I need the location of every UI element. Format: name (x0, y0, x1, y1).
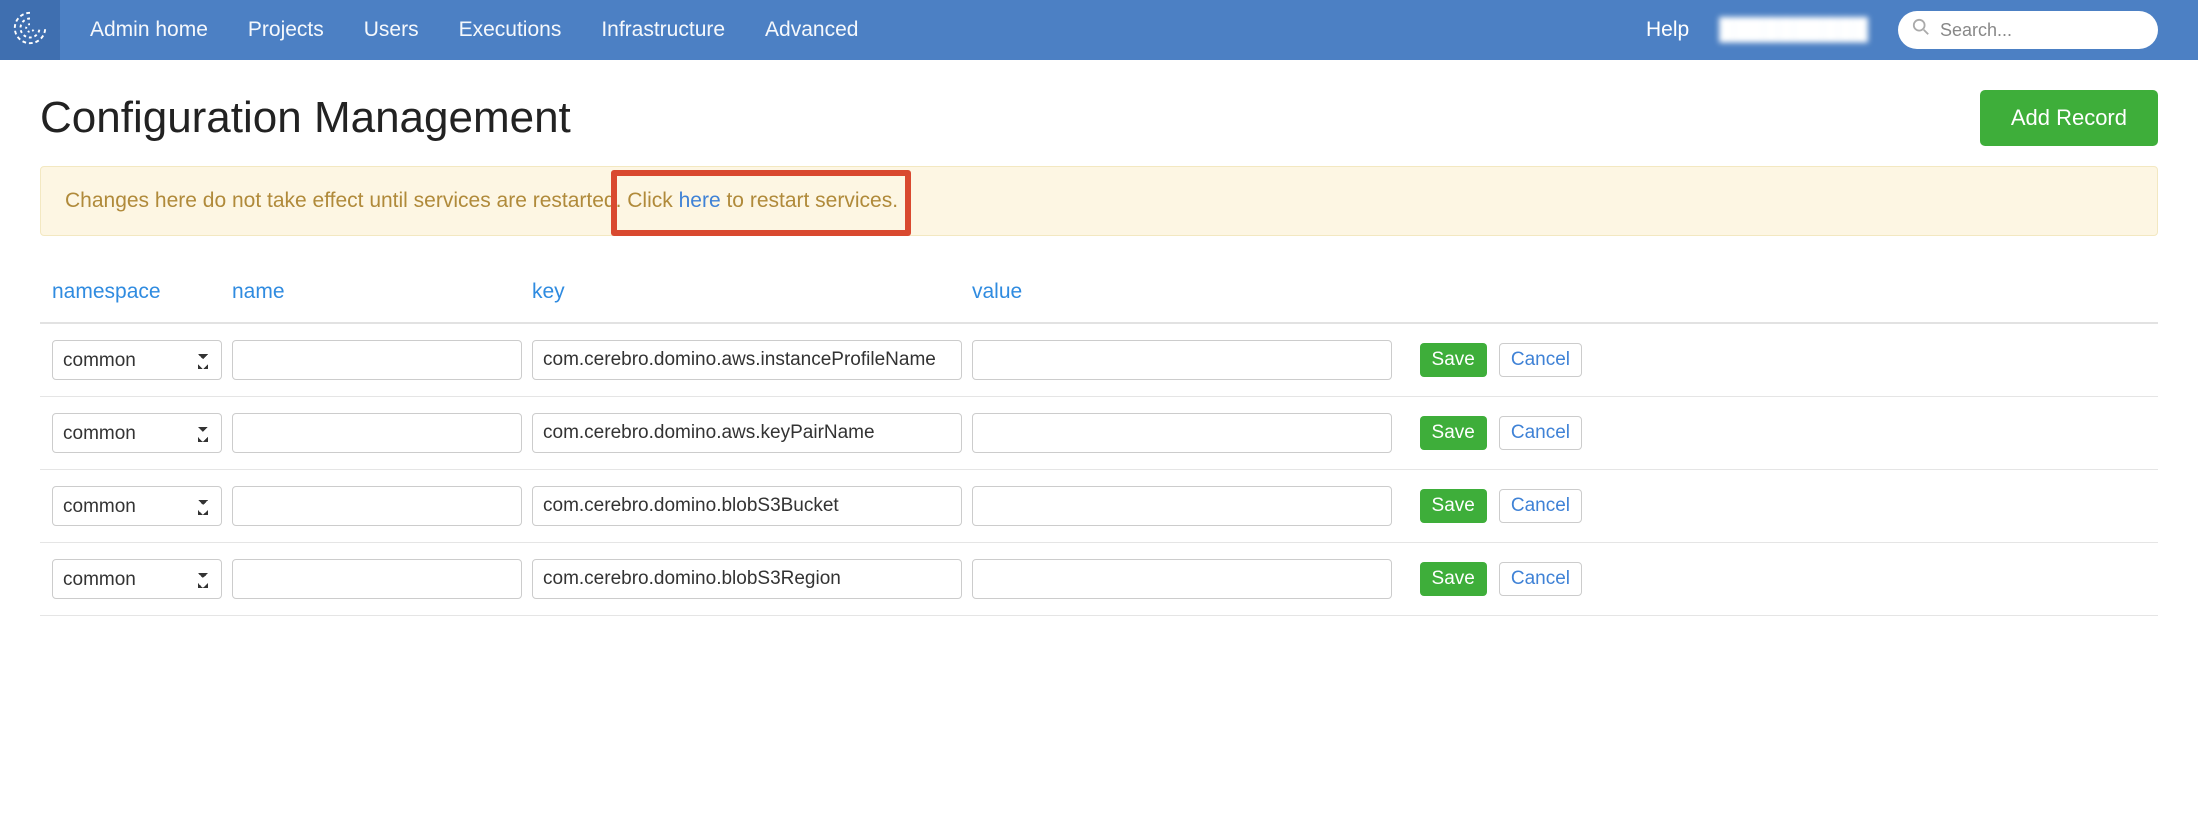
row-actions: Save Cancel (1402, 416, 1582, 450)
value-input[interactable] (972, 486, 1392, 526)
name-input[interactable] (232, 340, 522, 380)
save-button[interactable]: Save (1420, 343, 1487, 377)
brand-logo[interactable] (0, 0, 60, 60)
nav-executions[interactable]: Executions (459, 18, 562, 42)
col-value[interactable]: value (972, 280, 1392, 304)
nav-help[interactable]: Help (1646, 18, 1689, 42)
nav-admin-home[interactable]: Admin home (90, 18, 208, 42)
table-row: common Save Cancel (40, 397, 2158, 470)
value-input[interactable] (972, 340, 1392, 380)
table-row: common Save Cancel (40, 543, 2158, 616)
col-namespace[interactable]: namespace (52, 280, 222, 304)
alert-pre: Changes here do not take effect until se… (65, 189, 627, 212)
nav-user[interactable]: ██████████ (1719, 18, 1868, 42)
namespace-select[interactable]: common (52, 340, 222, 380)
key-input[interactable] (532, 486, 962, 526)
save-button[interactable]: Save (1420, 416, 1487, 450)
col-name[interactable]: name (232, 280, 522, 304)
nav-items: Admin home Projects Users Executions Inf… (60, 18, 1646, 42)
cancel-button[interactable]: Cancel (1499, 562, 1582, 596)
nav-search (1898, 11, 2158, 49)
cancel-button[interactable]: Cancel (1499, 489, 1582, 523)
name-input[interactable] (232, 559, 522, 599)
restart-services-link[interactable]: here (679, 189, 721, 212)
alert-click: Click (627, 189, 678, 212)
cancel-button[interactable]: Cancel (1499, 416, 1582, 450)
add-record-button[interactable]: Add Record (1980, 90, 2158, 146)
save-button[interactable]: Save (1420, 489, 1487, 523)
row-actions: Save Cancel (1402, 343, 1582, 377)
alert-post: to restart services. (721, 189, 898, 212)
name-input[interactable] (232, 413, 522, 453)
nav-users[interactable]: Users (364, 18, 419, 42)
row-actions: Save Cancel (1402, 562, 1582, 596)
namespace-select[interactable]: common (52, 413, 222, 453)
key-input[interactable] (532, 559, 962, 599)
restart-alert: Changes here do not take effect until se… (40, 166, 2158, 236)
search-input[interactable] (1898, 11, 2158, 49)
namespace-select[interactable]: common (52, 486, 222, 526)
cancel-button[interactable]: Cancel (1499, 343, 1582, 377)
col-key[interactable]: key (532, 280, 962, 304)
top-navbar: Admin home Projects Users Executions Inf… (0, 0, 2198, 60)
nav-projects[interactable]: Projects (248, 18, 324, 42)
nav-advanced[interactable]: Advanced (765, 18, 858, 42)
namespace-select[interactable]: common (52, 559, 222, 599)
config-table: namespace name key value common Save Cance… (40, 266, 2158, 616)
save-button[interactable]: Save (1420, 562, 1487, 596)
value-input[interactable] (972, 413, 1392, 453)
table-row: common Save Cancel (40, 470, 2158, 543)
table-header-row: namespace name key value (40, 266, 2158, 324)
name-input[interactable] (232, 486, 522, 526)
spiral-icon (11, 9, 49, 52)
row-actions: Save Cancel (1402, 489, 1582, 523)
page-title: Configuration Management (40, 93, 571, 143)
nav-right: Help ██████████ (1646, 11, 2198, 49)
nav-infrastructure[interactable]: Infrastructure (601, 18, 725, 42)
key-input[interactable] (532, 340, 962, 380)
key-input[interactable] (532, 413, 962, 453)
table-row: common Save Cancel (40, 324, 2158, 397)
value-input[interactable] (972, 559, 1392, 599)
